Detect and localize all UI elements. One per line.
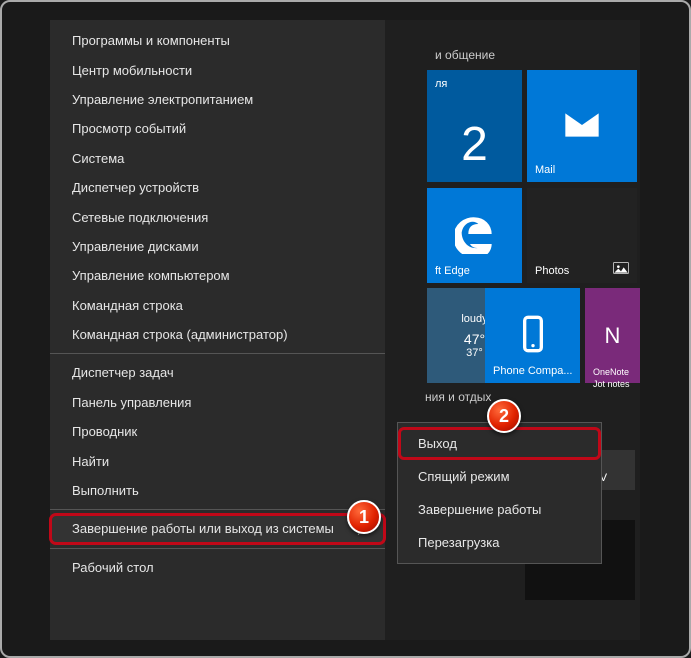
menu-separator <box>50 509 385 510</box>
menu-label: Спящий режим <box>418 469 510 484</box>
marker-num: 2 <box>499 406 509 427</box>
menu-label: Завершение работы или выход из системы <box>72 521 334 536</box>
phone-label: Phone Compa... <box>493 365 573 377</box>
menu-label: Сетевые подключения <box>72 210 208 225</box>
menu-label: Управление компьютером <box>72 268 230 283</box>
annotation-marker-1: 1 <box>347 500 381 534</box>
menu-separator <box>50 548 385 549</box>
mail-icon <box>562 105 602 148</box>
winx-cmd[interactable]: Командная строка <box>50 291 385 320</box>
menu-label: Система <box>72 151 124 166</box>
winx-run[interactable]: Выполнить <box>50 476 385 505</box>
menu-label: Найти <box>72 454 109 469</box>
menu-label: Центр мобильности <box>72 63 192 78</box>
weather-hi: 47° <box>464 331 485 347</box>
winx-network-connections[interactable]: Сетевые подключения <box>50 202 385 231</box>
menu-separator <box>50 353 385 354</box>
winx-programs-features[interactable]: Программы и компоненты <box>50 26 385 55</box>
submenu-restart[interactable]: Перезагрузка <box>398 526 601 559</box>
menu-label: Выполнить <box>72 483 139 498</box>
submenu-shutdown[interactable]: Завершение работы <box>398 493 601 526</box>
calendar-month: ля <box>435 78 447 90</box>
menu-label: Программы и компоненты <box>72 33 230 48</box>
menu-label: Управление дисками <box>72 239 199 254</box>
onenote-label-a: OneNote <box>593 367 629 377</box>
shutdown-submenu: Выход Спящий режим Завершение работы Пер… <box>397 422 602 564</box>
edge-label: ft Edge <box>435 265 470 277</box>
weather-cond: loudy <box>461 313 487 325</box>
winx-mobility-center[interactable]: Центр мобильности <box>50 55 385 84</box>
menu-label: Управление электропитанием <box>72 92 253 107</box>
edge-tile[interactable]: ft Edge <box>427 188 522 283</box>
calendar-tile[interactable]: ля 2 <box>427 70 522 182</box>
winx-explorer[interactable]: Проводник <box>50 417 385 446</box>
marker-num: 1 <box>359 507 369 528</box>
mail-label: Mail <box>535 164 555 176</box>
menu-label: Диспетчер задач <box>72 365 174 380</box>
photos-label: Photos <box>535 265 569 277</box>
edge-icon <box>455 214 495 257</box>
winx-shutdown-signout[interactable]: Завершение работы или выход из системы 〉 <box>50 514 385 543</box>
winx-task-manager[interactable]: Диспетчер задач <box>50 358 385 387</box>
mail-tile[interactable]: Mail <box>527 70 637 182</box>
menu-label: Командная строка <box>72 298 183 313</box>
menu-label: Проводник <box>72 424 137 439</box>
winx-disk-management[interactable]: Управление дисками <box>50 232 385 261</box>
menu-label: Рабочий стол <box>72 560 154 575</box>
menu-label: Выход <box>418 436 457 451</box>
calendar-day: 2 <box>461 117 488 172</box>
tile-group-label-2: ния и отдых <box>425 390 491 404</box>
menu-label: Командная строка (администратор) <box>72 327 288 342</box>
winx-power-options[interactable]: Управление электропитанием <box>50 85 385 114</box>
weather-lo: 37° <box>466 347 483 359</box>
winx-device-manager[interactable]: Диспетчер устройств <box>50 173 385 202</box>
menu-label: Просмотр событий <box>72 121 186 136</box>
menu-label: Перезагрузка <box>418 535 499 550</box>
phone-icon <box>513 314 553 357</box>
winx-cmd-admin[interactable]: Командная строка (администратор) <box>50 320 385 349</box>
onenote-icon: N <box>605 323 621 349</box>
winx-desktop[interactable]: Рабочий стол <box>50 553 385 582</box>
tile-group-label: и общение <box>435 48 495 62</box>
onenote-label-b: Jot notes <box>593 379 630 389</box>
winx-menu: Программы и компоненты Центр мобильности… <box>50 20 385 640</box>
annotation-marker-2: 2 <box>487 399 521 433</box>
menu-label: Завершение работы <box>418 502 541 517</box>
winx-computer-management[interactable]: Управление компьютером <box>50 261 385 290</box>
photos-icon <box>613 262 629 277</box>
winx-system[interactable]: Система <box>50 144 385 173</box>
onenote-tile[interactable]: N OneNote Jot notes <box>585 288 640 383</box>
winx-search[interactable]: Найти <box>50 446 385 475</box>
winx-control-panel[interactable]: Панель управления <box>50 388 385 417</box>
winx-event-viewer[interactable]: Просмотр событий <box>50 114 385 143</box>
menu-label: Панель управления <box>72 395 191 410</box>
submenu-sleep[interactable]: Спящий режим <box>398 460 601 493</box>
photos-tile[interactable]: Photos <box>527 188 637 283</box>
phone-companion-tile[interactable]: Phone Compa... <box>485 288 580 383</box>
menu-label: Диспетчер устройств <box>72 180 199 195</box>
